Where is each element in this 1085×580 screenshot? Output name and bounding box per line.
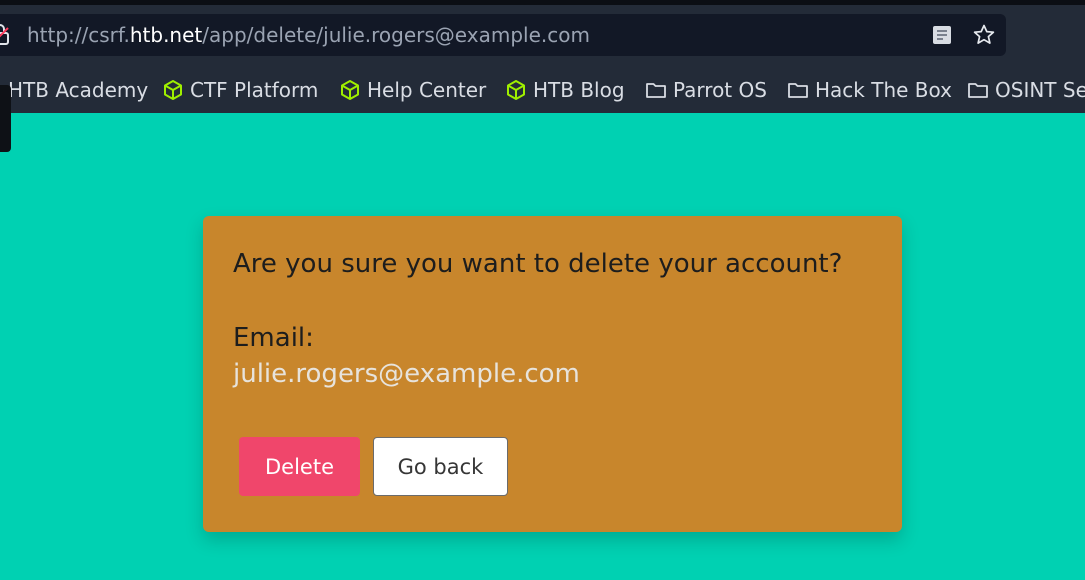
bookmark-label: Parrot OS (673, 78, 767, 102)
bookmark-label: Hack The Box (815, 78, 952, 102)
bookmarks-toolbar: HTB Academy CTF Platform Help Center HTB… (0, 67, 1085, 113)
bookmark-htb-blog[interactable]: HTB Blog (505, 67, 625, 113)
bookmark-label: CTF Platform (190, 78, 319, 102)
bookmark-ctf-platform[interactable]: CTF Platform (162, 67, 318, 113)
email-label: Email: (233, 323, 314, 353)
email-value: julie.rogers@example.com (233, 359, 580, 389)
confirmation-question: Are you sure you want to delete your acc… (233, 249, 843, 279)
bookmark-folder-hack-the-box[interactable]: Hack The Box (787, 67, 952, 113)
delete-account-dialog: Are you sure you want to delete your acc… (203, 216, 902, 532)
bookmark-star-icon[interactable] (972, 23, 996, 47)
url-scheme: http://csrf. (27, 23, 130, 47)
bookmark-help-center[interactable]: Help Center (339, 67, 486, 113)
bookmark-label: Help Center (367, 78, 487, 102)
bookmark-label: HTB Blog (533, 78, 625, 102)
folder-icon (646, 83, 666, 98)
bookmark-label: HTB Academy (8, 78, 149, 102)
folder-icon (788, 83, 808, 98)
reader-view-icon[interactable] (931, 24, 953, 46)
bookmark-htb-academy[interactable]: HTB Academy (8, 67, 148, 113)
hackthebox-icon (507, 80, 525, 100)
insecure-lock-icon[interactable] (0, 24, 12, 46)
go-back-button[interactable]: Go back (373, 437, 508, 496)
url-path: /app/delete/julie.rogers@example.com (202, 23, 590, 47)
navigation-toolbar: http://csrf.htb.net/app/delete/julie.rog… (0, 5, 1085, 67)
bookmark-folder-parrot-os[interactable]: Parrot OS (645, 67, 767, 113)
url-host: htb.net (129, 23, 203, 47)
folder-icon (968, 83, 988, 98)
hackthebox-icon (341, 80, 359, 100)
url-text[interactable]: http://csrf.htb.net/app/delete/julie.rog… (27, 14, 590, 56)
hackthebox-icon (164, 80, 182, 100)
address-bar[interactable]: http://csrf.htb.net/app/delete/julie.rog… (0, 14, 1006, 56)
delete-button[interactable]: Delete (239, 437, 360, 496)
sidebar-handle[interactable] (0, 85, 11, 152)
bookmark-label: OSINT Se (995, 78, 1085, 102)
bookmark-folder-osint[interactable]: OSINT Se (967, 67, 1085, 113)
